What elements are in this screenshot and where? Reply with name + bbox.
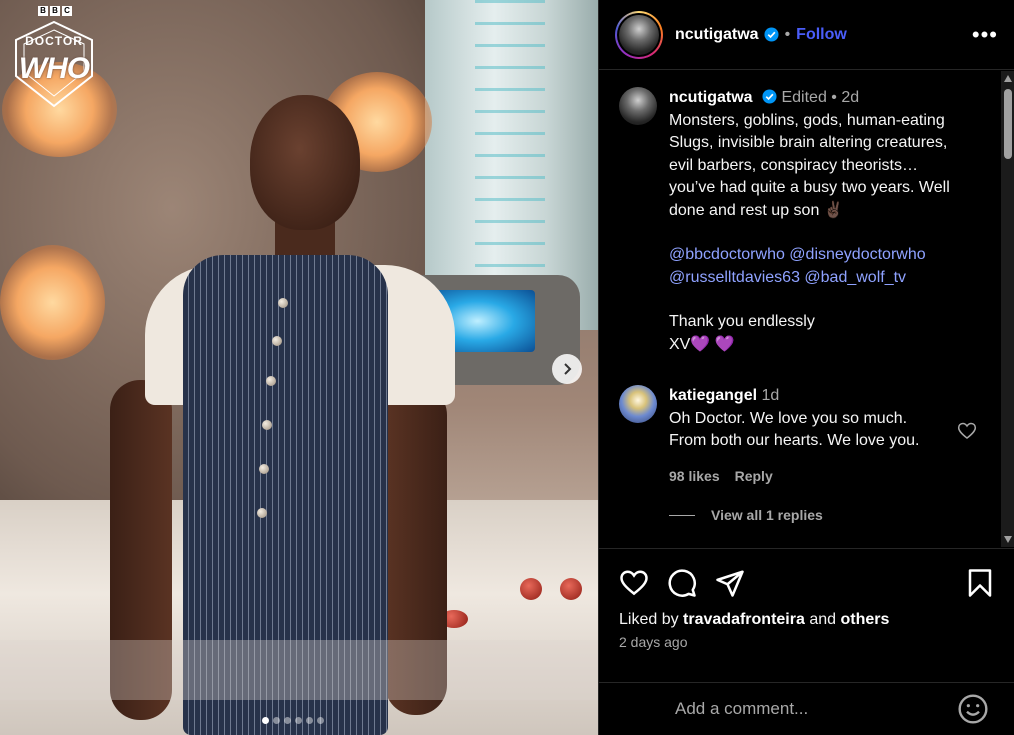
post-header: ncutigatwa • Follow ••• (599, 0, 1014, 70)
author-username[interactable]: ncutigatwa (675, 26, 759, 44)
carousel-next-button[interactable] (552, 354, 582, 384)
photo-vest-button (262, 420, 272, 430)
liked-by-line: Liked by travadafronteira and others (599, 599, 1014, 629)
logo-who-text: WHO (18, 52, 90, 85)
replies-divider-line (669, 514, 695, 516)
photo-vest-button (259, 464, 269, 474)
caption-mentions[interactable]: @russelltdavies63 @bad_wolf_tv (669, 267, 979, 290)
photo-vest-button (266, 376, 276, 386)
comment-text: From both our hearts. We love you. (669, 432, 920, 449)
logo-doctor-text: DOCTOR (25, 34, 83, 48)
caption-line: Monsters, goblins, gods, human-eating (669, 111, 945, 129)
verified-badge-icon (762, 89, 777, 104)
action-icons-row (599, 549, 1014, 599)
view-replies-button[interactable]: View all 1 replies (669, 507, 823, 523)
photo-vest-button (278, 298, 288, 308)
photo-vest-button (272, 336, 282, 346)
carousel-dot (273, 717, 280, 724)
photo-vest-button (257, 508, 267, 518)
comment-age: 1d (761, 387, 780, 404)
post-photo[interactable]: BBC DOCTOR WHO (0, 0, 598, 735)
caption-line: you’ve had quite a busy two years. Well (669, 179, 950, 196)
scrollbar-thumb[interactable] (1004, 89, 1012, 159)
scroll-down-arrow-icon[interactable] (1004, 536, 1012, 543)
photo-lamp (0, 245, 105, 360)
follow-button[interactable]: Follow (796, 26, 847, 44)
edited-label: Edited (781, 89, 827, 106)
author-avatar-story-ring[interactable] (615, 10, 663, 59)
caption-closing: XV💜 💜 (669, 335, 735, 353)
liked-by-and: and (809, 611, 837, 628)
comment-like-heart-icon[interactable] (957, 421, 977, 441)
verified-badge-icon (764, 27, 779, 42)
carousel-dot (284, 717, 291, 724)
liked-by-user[interactable]: travadafronteira (683, 611, 805, 628)
comment-body: katiegangel 1d Oh Doctor. We love you so… (669, 385, 949, 487)
post-sidebar: ncutigatwa • Follow ••• ncutigatwa Edite… (598, 0, 1014, 735)
add-comment-input[interactable] (675, 699, 935, 719)
carousel-indicator (262, 717, 324, 724)
save-bookmark-icon[interactable] (965, 568, 995, 598)
doctor-who-logo: BBC DOCTOR WHO (8, 6, 100, 110)
photo-person-head (250, 95, 360, 230)
caption-mentions[interactable]: @bbcdoctorwho @disneydoctorwho (669, 244, 979, 267)
post-actions: Liked by travadafronteira and others 2 d… (599, 548, 1014, 650)
comment-composer (599, 682, 1014, 735)
liked-by-prefix: Liked by (619, 611, 679, 628)
caption-text: ncutigatwa Edited • 2d Monsters, goblins… (669, 87, 979, 356)
view-replies-label: View all 1 replies (711, 507, 823, 523)
caption-line: done and rest up son ✌🏿 (669, 201, 844, 219)
photo-console-knob (520, 578, 542, 600)
post-timestamp[interactable]: 2 days ago (599, 629, 1014, 650)
carousel-dot (306, 717, 313, 724)
chevron-right-icon (564, 363, 572, 375)
separator-dot: • (784, 25, 791, 43)
comment-item: katiegangel 1d Oh Doctor. We love you so… (619, 385, 999, 487)
caption-line: Slugs, invisible brain altering creature… (669, 134, 948, 151)
caption-closing: Thank you endlessly (669, 313, 815, 330)
photo-foreground-blur (0, 640, 598, 700)
commenter-username[interactable]: katiegangel (669, 387, 757, 404)
doctor-who-crest: DOCTOR WHO (8, 20, 100, 108)
comment-likes-count[interactable]: 98 likes (669, 465, 720, 488)
commenter-avatar[interactable] (619, 385, 657, 423)
more-options-icon[interactable]: ••• (972, 22, 998, 48)
comments-scroll-area[interactable]: ncutigatwa Edited • 2d Monsters, goblins… (599, 71, 1002, 547)
carousel-dot (295, 717, 302, 724)
author-avatar[interactable] (619, 14, 659, 55)
bbc-logo: BBC (10, 6, 100, 16)
smiley-icon[interactable] (957, 693, 989, 725)
comment-text: Oh Doctor. We love you so much. (669, 409, 908, 427)
scroll-up-arrow-icon[interactable] (1004, 75, 1012, 82)
photo-console-knob (560, 578, 582, 600)
post-age: 2d (841, 89, 860, 106)
caption-author-avatar[interactable] (619, 87, 657, 125)
carousel-dot (262, 717, 269, 724)
post-caption: ncutigatwa Edited • 2d Monsters, goblins… (599, 71, 1002, 356)
comments-scrollbar[interactable] (1001, 71, 1014, 547)
caption-line: evil barbers, conspiracy theorists… (669, 156, 918, 174)
comment-bubble-icon[interactable] (667, 568, 697, 598)
separator-dot: • (831, 89, 842, 106)
share-send-icon[interactable] (715, 568, 745, 598)
comment-reply-button[interactable]: Reply (735, 465, 773, 488)
like-heart-icon[interactable] (619, 568, 649, 598)
liked-by-others[interactable]: others (840, 611, 889, 628)
carousel-dot (317, 717, 324, 724)
caption-author-username[interactable]: ncutigatwa (669, 89, 753, 106)
